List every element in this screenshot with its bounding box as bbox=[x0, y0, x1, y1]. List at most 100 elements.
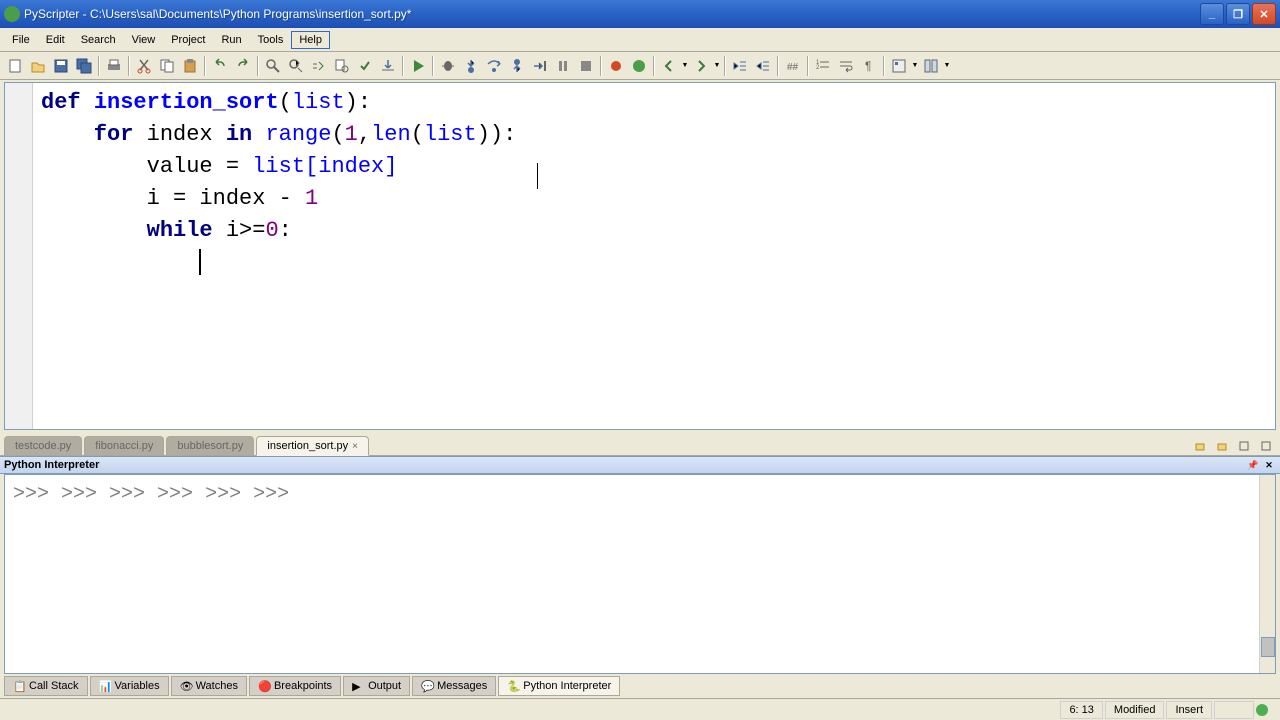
toggle-breakpoint-button[interactable] bbox=[605, 55, 627, 77]
redo-button[interactable] bbox=[232, 55, 254, 77]
options-dropdown[interactable]: ▼ bbox=[911, 55, 919, 77]
code-content[interactable]: def insertion_sort(list): for index in r… bbox=[33, 83, 1275, 429]
import-button[interactable] bbox=[377, 55, 399, 77]
menu-project[interactable]: Project bbox=[163, 31, 213, 49]
menu-view[interactable]: View bbox=[124, 31, 164, 49]
svg-text:¶: ¶ bbox=[865, 59, 871, 73]
interpreter-close-button[interactable]: ✕ bbox=[1262, 458, 1276, 472]
word-wrap-button[interactable] bbox=[835, 55, 857, 77]
interpreter-pin-button[interactable]: 📌 bbox=[1246, 458, 1260, 472]
new-file-button[interactable] bbox=[4, 55, 26, 77]
prompt: >>> bbox=[253, 483, 289, 506]
layouts-dropdown[interactable]: ▼ bbox=[943, 55, 951, 77]
watches-icon: 👁 bbox=[180, 680, 192, 692]
copy-button[interactable] bbox=[156, 55, 178, 77]
tab-nav-button-2[interactable] bbox=[1212, 437, 1232, 455]
file-tabs: testcode.py fibonacci.py bubblesort.py i… bbox=[0, 432, 1280, 456]
interpreter-header: Python Interpreter 📌 ✕ bbox=[0, 456, 1280, 474]
menu-run[interactable]: Run bbox=[213, 31, 249, 49]
save-button[interactable] bbox=[50, 55, 72, 77]
tab-watches[interactable]: 👁Watches bbox=[171, 676, 247, 696]
prompt: >>> bbox=[109, 483, 157, 506]
status-modified: Modified bbox=[1105, 701, 1165, 719]
code-editor[interactable]: def insertion_sort(list): for index in r… bbox=[4, 82, 1276, 430]
stop-button[interactable] bbox=[575, 55, 597, 77]
tab-nav-button-3[interactable] bbox=[1234, 437, 1254, 455]
menu-edit[interactable]: Edit bbox=[38, 31, 73, 49]
tab-variables[interactable]: 📊Variables bbox=[90, 676, 169, 696]
minimize-button[interactable]: _ bbox=[1200, 3, 1224, 25]
keyword-for: for bbox=[41, 122, 147, 147]
tab-output[interactable]: ▶Output bbox=[343, 676, 410, 696]
call-stack-icon: 📋 bbox=[13, 680, 25, 692]
titlebar: PyScripter - C:\Users\sal\Documents\Pyth… bbox=[0, 0, 1280, 28]
tab-nav-button-1[interactable] bbox=[1190, 437, 1210, 455]
undo-button[interactable] bbox=[209, 55, 231, 77]
tab-python-interpreter[interactable]: 🐍Python Interpreter bbox=[498, 676, 620, 696]
maximize-button[interactable]: ❐ bbox=[1226, 3, 1250, 25]
menu-file[interactable]: File bbox=[4, 31, 38, 49]
indent-button[interactable] bbox=[752, 55, 774, 77]
status-indicator-icon bbox=[1256, 704, 1268, 716]
tab-nav-button-4[interactable] bbox=[1256, 437, 1276, 455]
find-in-files-button[interactable] bbox=[331, 55, 353, 77]
python-button[interactable] bbox=[628, 55, 650, 77]
comment-button[interactable]: ## bbox=[782, 55, 804, 77]
keyword-while: while bbox=[41, 218, 226, 243]
replace-button[interactable] bbox=[308, 55, 330, 77]
tab-bubblesort[interactable]: bubblesort.py bbox=[166, 436, 254, 455]
menu-tools[interactable]: Tools bbox=[250, 31, 292, 49]
outdent-button[interactable] bbox=[729, 55, 751, 77]
forward-button[interactable] bbox=[690, 55, 712, 77]
pause-button[interactable] bbox=[552, 55, 574, 77]
find-button[interactable] bbox=[262, 55, 284, 77]
menu-help[interactable]: Help bbox=[291, 31, 330, 49]
special-chars-button[interactable]: ¶ bbox=[858, 55, 880, 77]
editor-gutter bbox=[5, 83, 33, 429]
python-icon: 🐍 bbox=[507, 680, 519, 692]
tab-close-icon[interactable]: × bbox=[352, 441, 358, 452]
prompt: >>> bbox=[13, 483, 61, 506]
tab-testcode[interactable]: testcode.py bbox=[4, 436, 82, 455]
step-over-button[interactable] bbox=[483, 55, 505, 77]
open-file-button[interactable] bbox=[27, 55, 49, 77]
prompt: >>> bbox=[157, 483, 205, 506]
forward-dropdown[interactable]: ▼ bbox=[713, 55, 721, 77]
back-dropdown[interactable]: ▼ bbox=[681, 55, 689, 77]
tab-insertion-sort[interactable]: insertion_sort.py × bbox=[256, 436, 369, 456]
prompt: >>> bbox=[61, 483, 109, 506]
output-icon: ▶ bbox=[352, 680, 364, 692]
interpreter-scrollbar[interactable] bbox=[1259, 475, 1275, 673]
function-name: insertion_sort bbox=[94, 90, 279, 115]
options-button[interactable] bbox=[888, 55, 910, 77]
tab-messages[interactable]: 💬Messages bbox=[412, 676, 496, 696]
close-button[interactable]: ✕ bbox=[1252, 3, 1276, 25]
paste-button[interactable] bbox=[179, 55, 201, 77]
syntax-check-button[interactable] bbox=[354, 55, 376, 77]
step-into-button[interactable] bbox=[460, 55, 482, 77]
keyword-def: def bbox=[41, 90, 94, 115]
back-button[interactable] bbox=[658, 55, 680, 77]
line-numbers-button[interactable]: 12 bbox=[812, 55, 834, 77]
step-out-button[interactable] bbox=[506, 55, 528, 77]
menu-search[interactable]: Search bbox=[73, 31, 124, 49]
svg-text:##: ## bbox=[787, 62, 799, 73]
print-button[interactable] bbox=[103, 55, 125, 77]
scroll-thumb[interactable] bbox=[1261, 637, 1275, 657]
tab-breakpoints[interactable]: 🔴Breakpoints bbox=[249, 676, 341, 696]
tab-fibonacci[interactable]: fibonacci.py bbox=[84, 436, 164, 455]
run-button[interactable] bbox=[407, 55, 429, 77]
text-cursor bbox=[199, 249, 201, 275]
tab-call-stack[interactable]: 📋Call Stack bbox=[4, 676, 88, 696]
layouts-button[interactable] bbox=[920, 55, 942, 77]
save-all-button[interactable] bbox=[73, 55, 95, 77]
cut-button[interactable] bbox=[133, 55, 155, 77]
find-next-button[interactable] bbox=[285, 55, 307, 77]
toolbar: ▼ ▼ ## 12 ¶ ▼ ▼ bbox=[0, 52, 1280, 80]
messages-icon: 💬 bbox=[421, 680, 433, 692]
debug-button[interactable] bbox=[437, 55, 459, 77]
app-icon bbox=[4, 6, 20, 22]
run-to-cursor-button[interactable] bbox=[529, 55, 551, 77]
status-position: 6: 13 bbox=[1060, 701, 1102, 719]
interpreter[interactable]: >>> >>> >>> >>> >>> >>> bbox=[4, 474, 1276, 674]
